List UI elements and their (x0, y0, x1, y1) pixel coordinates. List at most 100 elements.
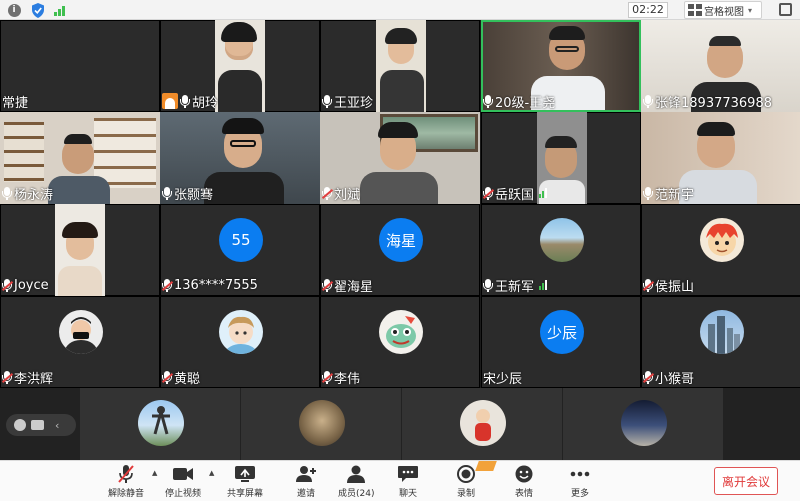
fullscreen-icon[interactable] (779, 3, 792, 16)
unmute-label: 解除静音 (108, 489, 145, 499)
more-label: 更多 (570, 489, 589, 499)
top-bar: i 02:22 宫格视图 ▾ (0, 0, 800, 20)
chevron-up-icon[interactable]: ▲ (152, 469, 157, 477)
mic-on-icon (322, 94, 332, 108)
chat-button[interactable]: 聊天 (396, 464, 420, 500)
participant-tile[interactable]: 王新军 (481, 204, 641, 296)
mic-muted-icon (2, 370, 12, 384)
invite-label: 邀请 (296, 489, 315, 499)
participant-tile[interactable]: 常捷 (0, 20, 160, 112)
reactions-button[interactable]: 表情 (512, 464, 536, 500)
strip-participant-tile[interactable] (402, 388, 562, 460)
stop-video-button[interactable]: 停止视频 (165, 464, 201, 500)
participant-video (376, 20, 426, 112)
participant-name: 常捷 (2, 95, 29, 111)
participant-namebar: 侯振山 (643, 277, 694, 295)
avatar (540, 218, 584, 262)
chat-label: 聊天 (398, 489, 417, 499)
network-signal-icon (539, 188, 548, 198)
participant-tile[interactable]: 李伟 (320, 296, 480, 388)
mic-on-icon (162, 186, 172, 200)
participant-name: 张锋18937736988 (655, 95, 772, 111)
strip-participant-tile[interactable] (80, 388, 240, 460)
chevron-down-icon: ▾ (748, 5, 753, 15)
chevron-up-icon[interactable]: ▲ (209, 469, 214, 477)
participant-name: 张颢骞 (174, 187, 214, 203)
shield-icon[interactable] (30, 2, 46, 18)
mic-muted-icon (643, 370, 653, 384)
emoji-icon (512, 464, 536, 484)
participant-tile[interactable]: 海星 翟海星 (320, 204, 480, 296)
new-badge (475, 461, 497, 471)
participant-tile[interactable]: 杨永涛 (0, 112, 160, 204)
mic-on-icon (483, 278, 493, 292)
view-mode-label: 宫格视图 (704, 6, 744, 18)
avatar (59, 310, 103, 354)
participant-tile[interactable]: 范新宇 (641, 112, 800, 204)
avatar (219, 310, 263, 354)
participant-namebar: Joyce (2, 277, 49, 293)
participant-tile[interactable]: 张锋18937736988 (641, 20, 800, 112)
participant-name: 李洪辉 (14, 371, 54, 387)
participant-tile[interactable]: 黄聪 (160, 296, 320, 388)
record-button[interactable]: 录制 (454, 464, 478, 500)
share-screen-button[interactable]: 共享屏幕 (227, 464, 263, 500)
participant-tile[interactable]: 55 136****7555 (160, 204, 320, 296)
host-icon (162, 93, 178, 109)
participant-namebar: 李洪辉 (2, 369, 54, 387)
mic-muted-icon (322, 186, 332, 200)
participant-video (55, 204, 105, 296)
share-screen-icon (233, 464, 257, 484)
participant-namebar: 杨永涛 (2, 185, 53, 203)
participant-grid: 常捷 胡玲 王亚珍 20级-王尧 张锋18937736988 杨永涛 张颢骞 刘… (0, 20, 800, 388)
avatar (460, 400, 506, 446)
participant-tile[interactable]: 小猴哥 (641, 296, 800, 388)
participant-tile[interactable]: 张颢骞 (160, 112, 320, 204)
network-signal-icon[interactable] (53, 2, 69, 18)
unmute-button[interactable]: 解除静音 (108, 464, 144, 500)
participant-tile-active-speaker[interactable]: 20级-王尧 (481, 20, 641, 112)
add-user-icon (294, 464, 318, 484)
mic-on-icon (180, 94, 190, 108)
participant-tile[interactable]: 少辰 宋少辰 (481, 296, 641, 388)
strip-participant-tile[interactable] (563, 388, 723, 460)
participant-namebar: 胡玲 (162, 93, 218, 111)
leave-meeting-button[interactable]: 离开会议 (714, 467, 778, 495)
more-dots-icon (568, 464, 592, 484)
avatar (700, 310, 744, 354)
participant-name: 宋少辰 (483, 371, 523, 387)
chat-bubble-icon[interactable] (31, 420, 44, 430)
participant-tile[interactable]: 刘斌 (320, 112, 480, 204)
participant-tile[interactable]: 胡玲 (160, 20, 320, 112)
participant-tile[interactable]: 李洪辉 (0, 296, 160, 388)
participant-namebar: 李伟 (322, 369, 360, 387)
mic-on-icon (2, 186, 12, 200)
members-icon (344, 464, 368, 484)
avatar (700, 218, 744, 262)
participant-tile[interactable]: Joyce (0, 204, 160, 296)
chevron-left-icon[interactable]: ‹ (55, 419, 59, 432)
members-button[interactable]: 成员(24) (338, 464, 374, 500)
participant-tile[interactable]: 王亚珍 (320, 20, 480, 112)
emoji-icon[interactable] (14, 419, 26, 431)
more-button[interactable]: 更多 (568, 464, 592, 500)
participant-tile[interactable]: 侯振山 (641, 204, 800, 296)
meeting-window: i 02:22 宫格视图 ▾ 常捷 胡玲 王亚珍 20级-王尧 张锋189377… (0, 0, 800, 501)
mic-on-icon (483, 94, 493, 108)
participant-name: 黄聪 (174, 371, 201, 387)
record-label: 录制 (456, 489, 475, 499)
mic-muted-icon (322, 278, 332, 292)
strip-participant-tile[interactable] (241, 388, 401, 460)
mic-muted-icon (114, 464, 138, 484)
meeting-toolbar: 解除静音 ▲ 停止视频 ▲ 共享屏幕 邀请 成员(24) 聊天 录制 表情 更多… (0, 460, 800, 501)
mic-on-icon (643, 186, 653, 200)
participant-name: 136****7555 (174, 277, 258, 293)
mic-muted-icon (2, 278, 12, 292)
participant-name: 王亚珍 (334, 95, 374, 111)
avatar (138, 400, 184, 446)
info-icon[interactable]: i (6, 2, 22, 18)
view-mode-dropdown[interactable]: 宫格视图 ▾ (684, 1, 762, 19)
participant-tile[interactable]: 岳跃国 (481, 112, 641, 204)
meeting-timer: 02:22 (628, 2, 668, 18)
invite-button[interactable]: 邀请 (294, 464, 318, 500)
